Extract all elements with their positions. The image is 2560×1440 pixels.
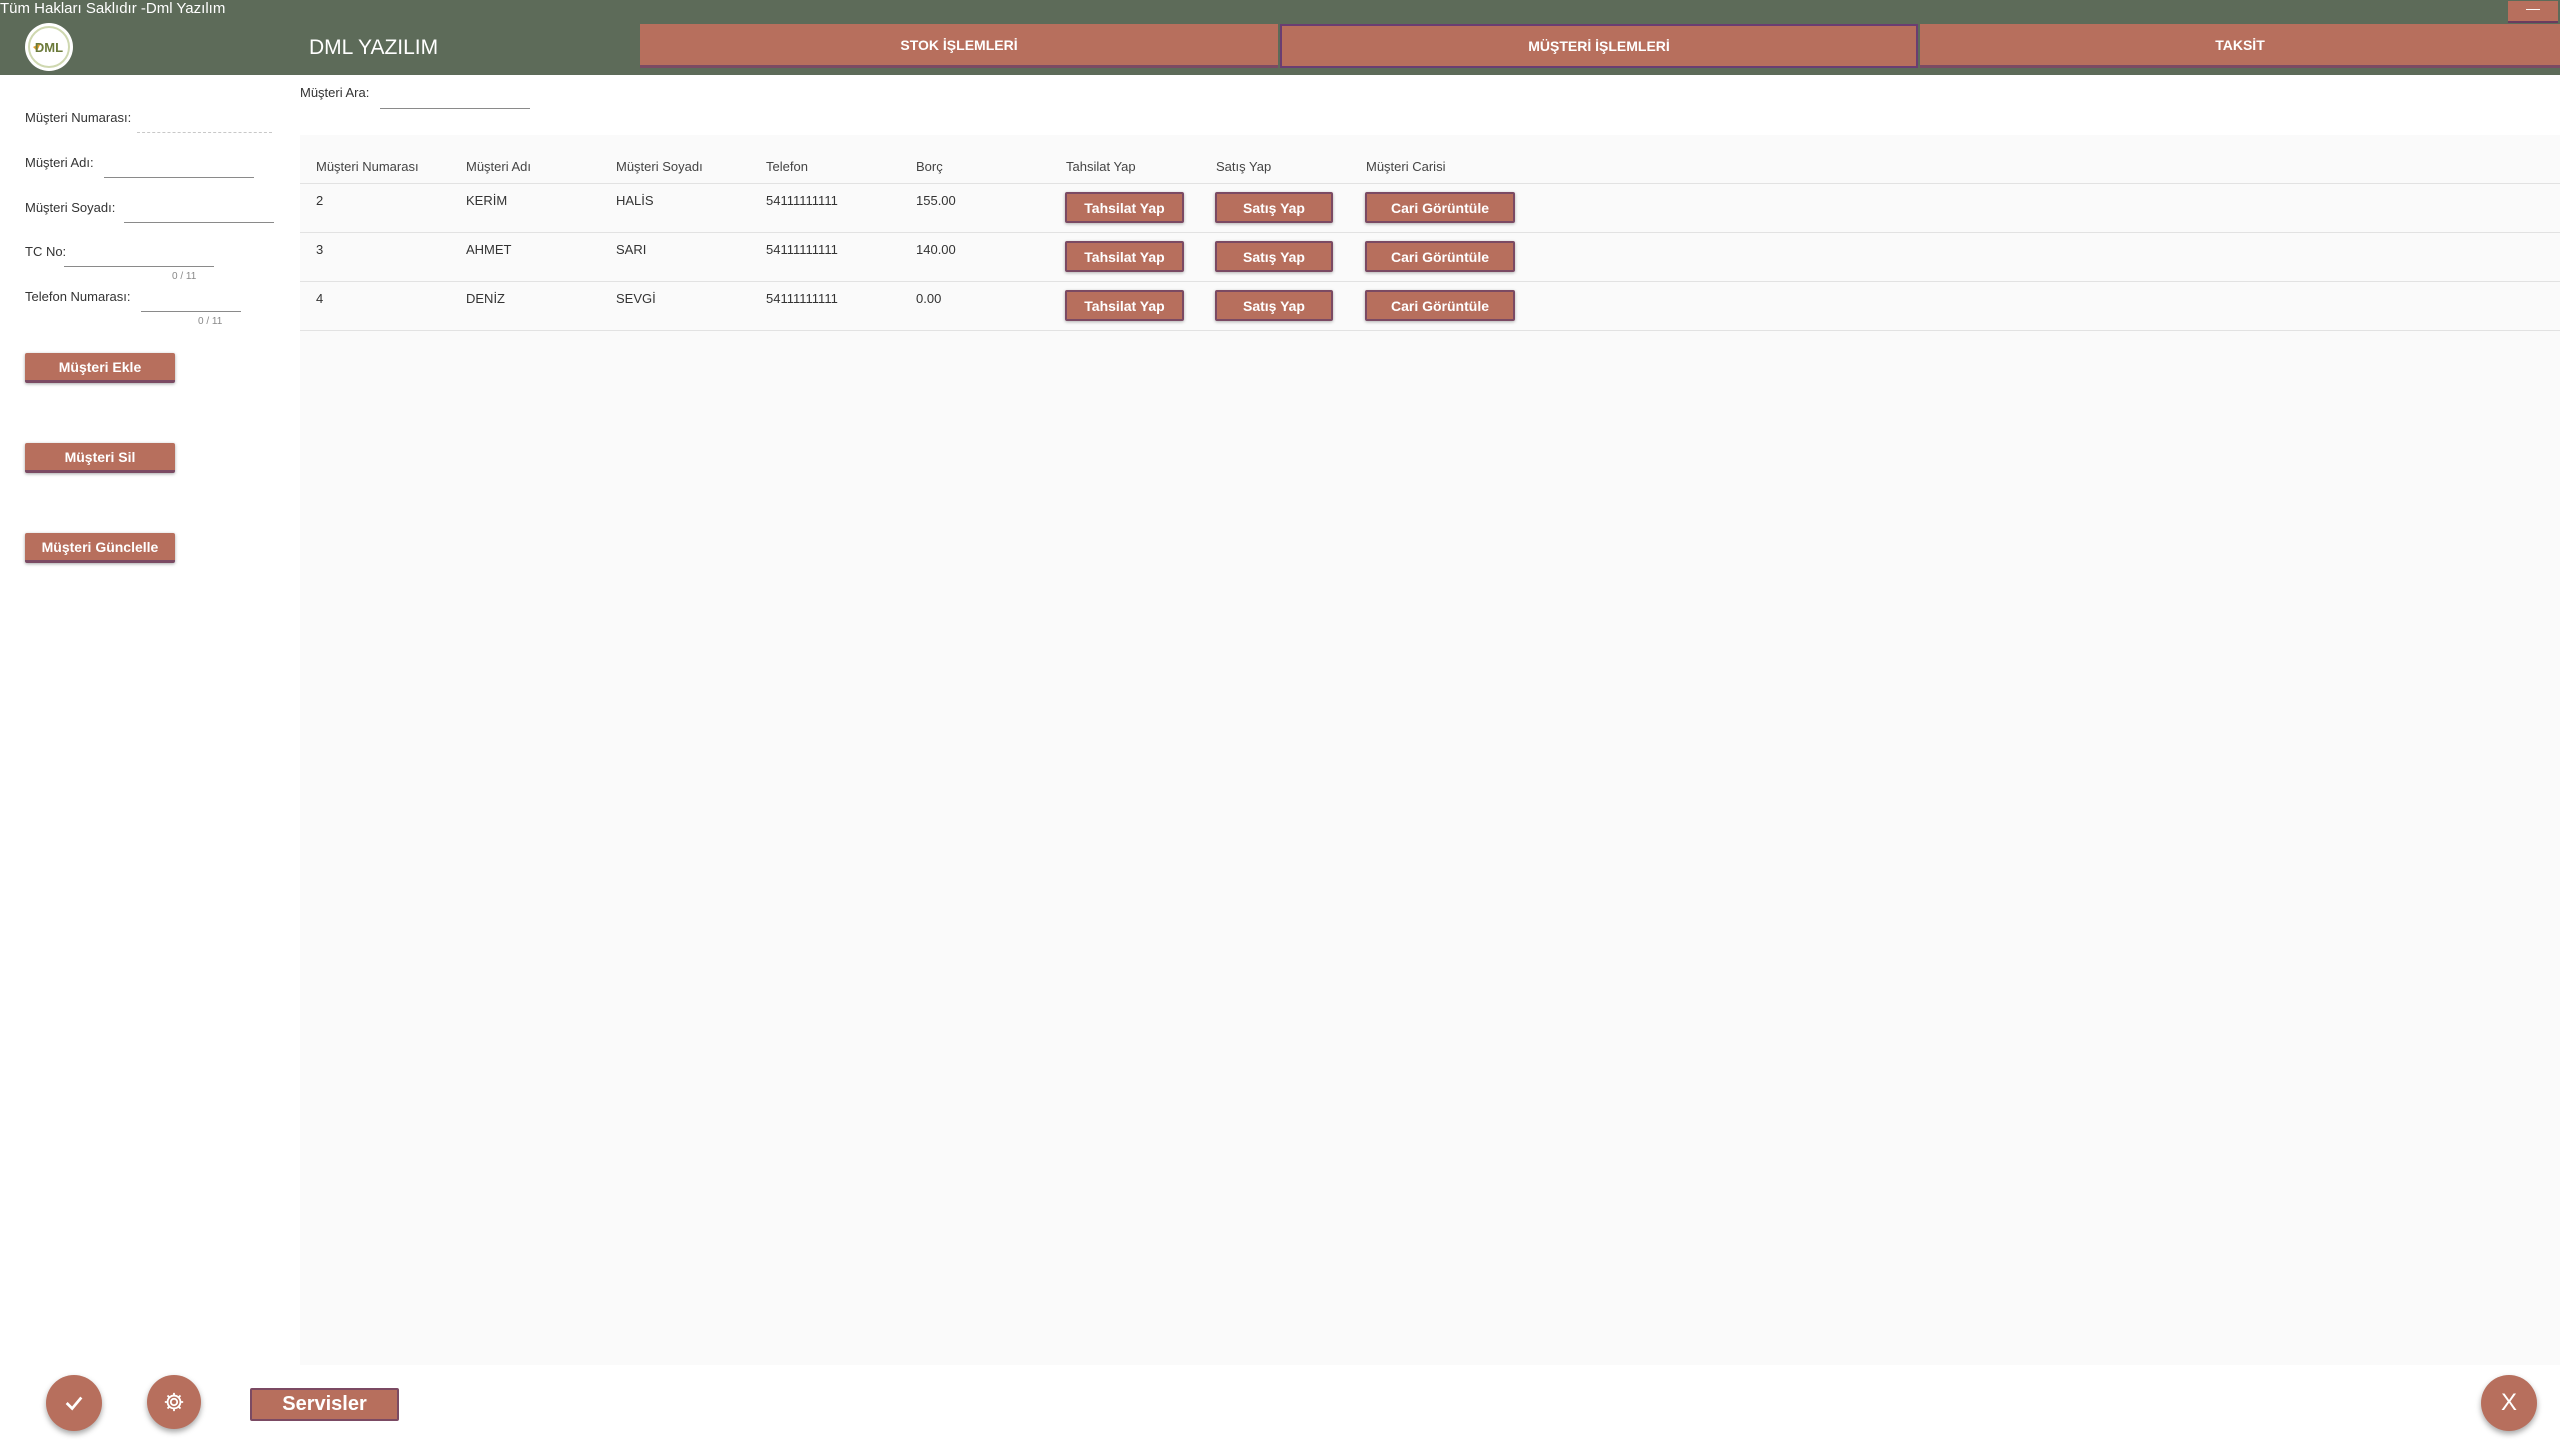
minimize-button[interactable]: — [2508, 1, 2558, 23]
logo-text: DML [34, 39, 64, 55]
confirm-button[interactable] [46, 1375, 102, 1431]
table-header-row: Müşteri Numarası Müşteri Adı Müşteri Soy… [300, 147, 2560, 184]
col-sell: Satış Yap [1216, 159, 1272, 174]
cell-customer-number: 3 [316, 242, 324, 257]
bottom-bar: Servisler X [0, 1365, 2560, 1440]
cell-debt: 155.00 [916, 193, 956, 208]
phone-label: Telefon Numarası: [25, 289, 131, 304]
search-label: Müşteri Ara: [300, 85, 370, 100]
services-button[interactable]: Servisler [250, 1388, 399, 1421]
customer-form-panel: Müşteri Numarası: Müşteri Adı: Müşteri S… [0, 75, 300, 1365]
cell-debt: 0.00 [916, 291, 942, 306]
col-collect: Tahsilat Yap [1066, 159, 1136, 174]
view-account-button[interactable]: Cari Görüntüle [1365, 241, 1515, 272]
view-account-button[interactable]: Cari Görüntüle [1365, 290, 1515, 321]
tab-installment[interactable]: TAKSİT [1920, 24, 2560, 68]
sell-button[interactable]: Satış Yap [1215, 290, 1333, 321]
cell-customer-name: AHMET [466, 242, 512, 257]
customer-number-label: Müşteri Numarası: [25, 110, 132, 125]
collect-button[interactable]: Tahsilat Yap [1065, 192, 1184, 223]
col-customer-name: Müşteri Adı [466, 159, 532, 174]
collect-button[interactable]: Tahsilat Yap [1065, 290, 1184, 321]
cell-customer-number: 4 [316, 291, 324, 306]
tc-counter: 0 / 11 [172, 271, 197, 282]
cell-customer-surname: SEVGİ [616, 291, 656, 306]
settings-button[interactable] [147, 1375, 201, 1429]
update-customer-button[interactable]: Müşteri Günclelle [25, 533, 175, 563]
tc-label: TC No: [25, 244, 67, 259]
cell-customer-name: DENİZ [466, 291, 505, 306]
cell-customer-surname: HALİS [616, 193, 654, 208]
app-logo: DML [25, 23, 73, 71]
col-customer-number: Müşteri Numarası [316, 159, 419, 174]
search-bar: Müşteri Ara: [300, 75, 2560, 135]
title-bar: Tüm Hakları Saklıdır -Dml Yazılım — DML … [0, 0, 2560, 75]
add-customer-button[interactable]: Müşteri Ekle [25, 353, 175, 383]
customer-surname-label: Müşteri Soyadı: [25, 200, 116, 215]
table-row: 2 KERİM HALİS 54111111111 155.00 Tahsila… [300, 184, 2560, 233]
phone-counter: 0 / 11 [198, 316, 223, 327]
col-customer-surname: Müşteri Soyadı [616, 159, 703, 174]
customer-list-panel: Müşteri Ara: Müşteri Numarası Müşteri Ad… [300, 75, 2560, 1365]
col-customer-account: Müşteri Carisi [1366, 159, 1446, 174]
phone-field[interactable] [141, 311, 241, 312]
cell-phone: 54111111111 [766, 193, 838, 208]
cell-debt: 140.00 [916, 242, 956, 257]
collect-button[interactable]: Tahsilat Yap [1065, 241, 1184, 272]
sell-button[interactable]: Satış Yap [1215, 192, 1333, 223]
sell-button[interactable]: Satış Yap [1215, 241, 1333, 272]
cell-customer-name: KERİM [466, 193, 508, 208]
search-input[interactable] [380, 108, 530, 109]
view-account-button[interactable]: Cari Görüntüle [1365, 192, 1515, 223]
cell-customer-surname: SARI [616, 242, 647, 257]
customer-table: Müşteri Numarası Müşteri Adı Müşteri Soy… [300, 147, 2560, 331]
app-title: DML YAZILIM [309, 36, 439, 59]
table-row: 3 AHMET SARI 54111111111 140.00 Tahsilat… [300, 233, 2560, 282]
gear-icon [164, 1392, 184, 1412]
tab-stock-operations[interactable]: STOK İŞLEMLERİ [640, 24, 1278, 68]
col-debt: Borç [916, 159, 943, 174]
table-row: 4 DENİZ SEVGİ 54111111111 0.00 Tahsilat … [300, 282, 2560, 331]
tab-customer-operations[interactable]: MÜŞTERİ İŞLEMLERİ [1280, 24, 1918, 68]
check-icon [65, 1396, 83, 1411]
customer-number-field[interactable] [137, 132, 272, 133]
copyright-text: Tüm Hakları Saklıdır -Dml Yazılım [0, 0, 226, 17]
cell-phone: 54111111111 [766, 242, 838, 257]
col-phone: Telefon [766, 159, 808, 174]
cell-customer-number: 2 [316, 193, 324, 208]
tc-field[interactable] [64, 266, 214, 267]
cell-phone: 54111111111 [766, 291, 838, 306]
delete-customer-button[interactable]: Müşteri Sil [25, 443, 175, 473]
customer-surname-field[interactable] [124, 222, 274, 223]
close-button[interactable]: X [2481, 1375, 2537, 1431]
customer-name-label: Müşteri Adı: [25, 155, 94, 170]
customer-name-field[interactable] [104, 177, 254, 178]
